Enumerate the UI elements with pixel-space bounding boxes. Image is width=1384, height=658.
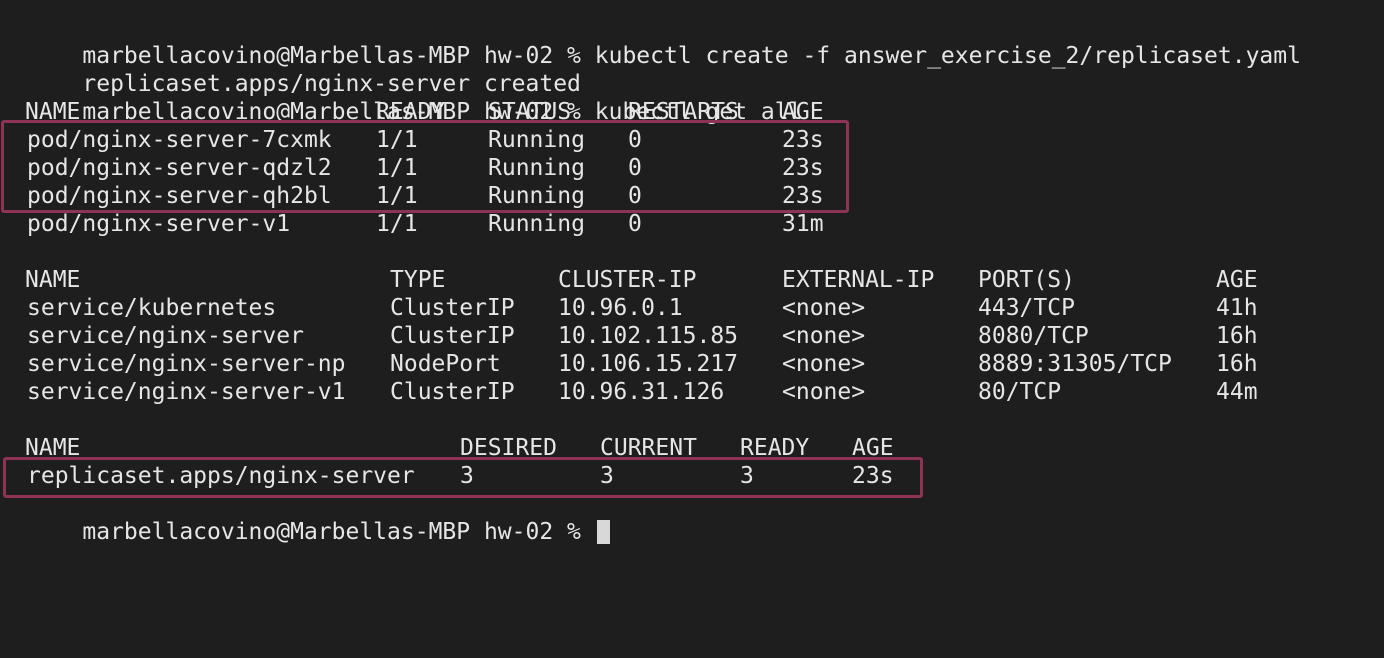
service-external-ip: <none> <box>782 323 866 349</box>
pod-name: pod/nginx-server-v1 <box>27 211 291 237</box>
table-row: service/nginx-server ClusterIP 10.102.11… <box>27 322 1258 350</box>
terminal-line-output: replicaset.apps/nginx-server created <box>27 42 581 97</box>
service-name: service/nginx-server-np <box>27 351 346 377</box>
terminal-window[interactable]: marbellacovino@Marbellas-MBP hw-02 % kub… <box>0 0 1384 546</box>
service-ports: 8080/TCP <box>978 323 1089 349</box>
col-header-type: TYPE <box>390 267 446 293</box>
service-cluster-ip: 10.102.115.85 <box>558 323 739 349</box>
service-age: 41h <box>1216 295 1258 321</box>
command-text: kubectl create -f answer_exercise_2/repl… <box>594 43 1301 69</box>
pod-age: 31m <box>782 211 824 237</box>
replicaset-highlight-box <box>3 457 923 498</box>
service-name: service/nginx-server <box>27 323 304 349</box>
service-cluster-ip: 10.96.0.1 <box>558 295 683 321</box>
col-header-age: AGE <box>1216 267 1258 293</box>
service-age: 44m <box>1216 379 1258 405</box>
pod-status: Running <box>488 211 585 237</box>
service-external-ip: <none> <box>782 351 866 377</box>
service-ports: 8889:31305/TCP <box>978 351 1172 377</box>
service-cluster-ip: 10.96.31.126 <box>558 379 725 405</box>
service-ports: 443/TCP <box>978 295 1075 321</box>
service-type: ClusterIP <box>390 379 515 405</box>
table-row: service/nginx-server-np NodePort 10.106.… <box>27 350 1258 378</box>
service-age: 16h <box>1216 351 1258 377</box>
terminal-line-get-all: marbellacovino@Marbellas-MBP hw-02 % kub… <box>27 70 802 125</box>
service-name: service/kubernetes <box>27 295 277 321</box>
table-row: service/nginx-server-v1 ClusterIP 10.96.… <box>27 378 1258 406</box>
service-type: ClusterIP <box>390 323 515 349</box>
table-row: pod/nginx-server-v1 1/1 Running 0 31m <box>27 210 824 238</box>
terminal-line-create: marbellacovino@Marbellas-MBP hw-02 % kub… <box>27 14 1301 69</box>
col-header-ports: PORT(S) <box>978 267 1075 293</box>
services-header-row: NAME TYPE CLUSTER-IP EXTERNAL-IP PORT(S)… <box>25 266 1258 294</box>
col-header-cluster-ip: CLUSTER-IP <box>558 267 697 293</box>
pod-ready: 1/1 <box>376 211 418 237</box>
service-cluster-ip: 10.106.15.217 <box>558 351 739 377</box>
col-header-external-ip: EXTERNAL-IP <box>782 267 935 293</box>
col-header-name: NAME <box>25 267 81 293</box>
service-type: NodePort <box>390 351 501 377</box>
pods-highlight-box <box>1 120 849 213</box>
shell-prompt: marbellacovino@Marbellas-MBP hw-02 % <box>82 519 595 545</box>
service-external-ip: <none> <box>782 295 866 321</box>
service-name: service/nginx-server-v1 <box>27 379 346 405</box>
pod-restarts: 0 <box>628 211 642 237</box>
service-type: ClusterIP <box>390 295 515 321</box>
table-row: service/kubernetes ClusterIP 10.96.0.1 <… <box>27 294 1258 322</box>
service-ports: 80/TCP <box>978 379 1062 405</box>
service-age: 16h <box>1216 323 1258 349</box>
text-cursor <box>596 520 610 544</box>
service-external-ip: <none> <box>782 379 866 405</box>
